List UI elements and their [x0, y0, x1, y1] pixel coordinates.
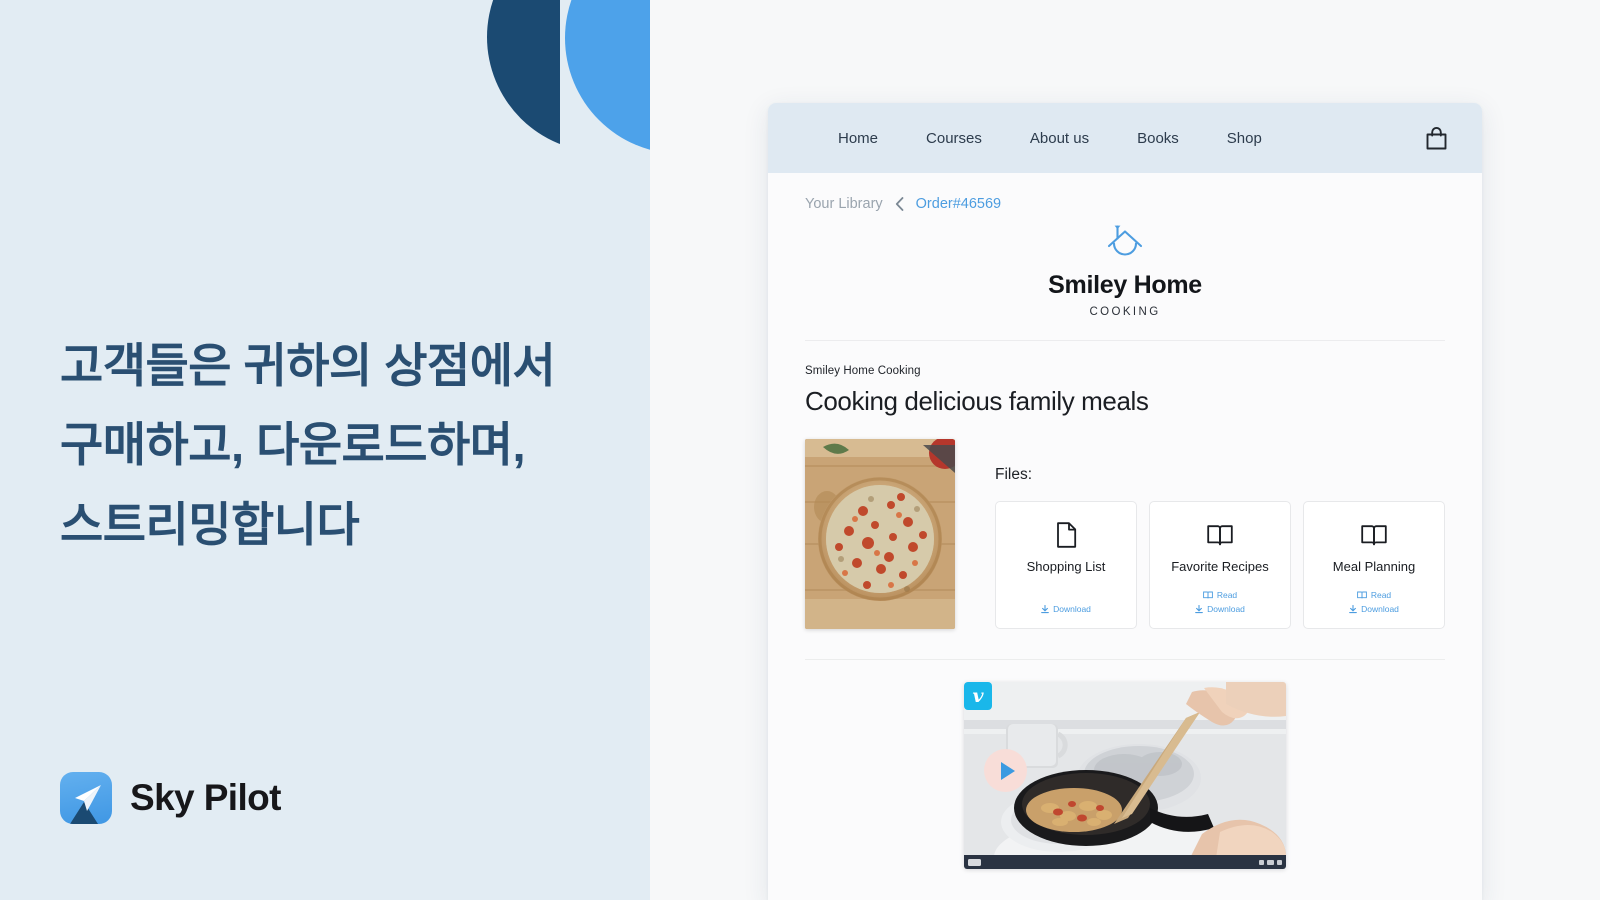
breadcrumb: Your Library Order#46569: [805, 173, 1445, 212]
product-cover-image: [805, 439, 955, 629]
files-label: Files:: [995, 466, 1033, 483]
store-brand-subtitle: COOKING: [1089, 306, 1161, 318]
nav-links: Home Courses About us Books Shop: [838, 130, 1262, 147]
vimeo-player[interactable]: v: [964, 682, 1286, 869]
site-navbar: Home Courses About us Books Shop: [768, 103, 1482, 173]
download-label: Download: [1053, 604, 1091, 614]
shopping-bag-icon[interactable]: [1425, 126, 1448, 151]
video-controls-left: [968, 858, 981, 866]
book-icon: [1207, 522, 1233, 548]
video-section: v: [805, 682, 1445, 869]
decorative-circle-blue: [565, 0, 650, 154]
play-button-icon[interactable]: [984, 749, 1027, 792]
settings-icon[interactable]: [1267, 859, 1274, 865]
files-section: Files: Shopping List Download Favorite R…: [995, 439, 1445, 629]
vimeo-logo-icon[interactable]: v: [964, 682, 992, 710]
file-card-favorite-recipes[interactable]: Favorite Recipes Read Download: [1149, 501, 1291, 629]
nav-item-about-us[interactable]: About us: [1030, 130, 1089, 147]
book-open-icon: [1202, 591, 1213, 599]
divider-bottom: [805, 659, 1445, 660]
nav-item-courses[interactable]: Courses: [926, 130, 982, 147]
document-icon: [1056, 522, 1077, 548]
file-card-title: Meal Planning: [1332, 559, 1416, 574]
house-smile-icon: [805, 222, 1445, 264]
nav-item-home[interactable]: Home: [838, 130, 878, 147]
paper-plane-icon: [60, 772, 112, 824]
breadcrumb-parent[interactable]: Your Library: [805, 196, 883, 212]
play-control-icon[interactable]: [968, 858, 981, 866]
file-card-meal-planning[interactable]: Meal Planning Read Download: [1303, 501, 1445, 629]
screenshot-root: 고객들은 귀하의 상점에서 구매하고, 다운로드하며, 스트리밍합니다 Sky …: [0, 0, 1600, 900]
sky-pilot-logo: Sky Pilot: [60, 772, 281, 824]
read-label: Read: [1216, 590, 1238, 600]
file-card-title: Shopping List: [1026, 559, 1106, 574]
file-card-actions: Download: [1002, 590, 1130, 614]
product-row: Files: Shopping List Download Favorite R…: [805, 439, 1445, 629]
file-card-actions: Read Download: [1310, 576, 1438, 614]
video-controls-right: [1259, 859, 1282, 865]
store-brand-name: Smiley Home: [1048, 271, 1202, 299]
download-label: Download: [1207, 604, 1245, 614]
nav-item-books[interactable]: Books: [1137, 130, 1179, 147]
promo-panel: 고객들은 귀하의 상점에서 구매하고, 다운로드하며, 스트리밍합니다 Sky …: [0, 0, 650, 900]
read-link[interactable]: Read: [1310, 590, 1438, 600]
file-card-list: Shopping List Download Favorite Recipes …: [995, 501, 1445, 629]
volume-icon[interactable]: [1259, 859, 1264, 865]
read-link[interactable]: Read: [1156, 590, 1284, 600]
download-icon: [1041, 604, 1049, 613]
video-control-bar[interactable]: [964, 855, 1286, 869]
download-icon: [1195, 604, 1203, 613]
divider-top: [805, 340, 1445, 341]
chevron-left-icon: [895, 197, 904, 211]
store-brand: Smiley Home COOKING: [805, 212, 1445, 318]
file-card-actions: Read Download: [1156, 576, 1284, 614]
fullscreen-icon[interactable]: [1277, 859, 1282, 865]
download-icon: [1349, 604, 1357, 613]
file-card-shopping-list[interactable]: Shopping List Download: [995, 501, 1137, 629]
book-open-icon: [1356, 591, 1367, 599]
product-title: Cooking delicious family meals: [805, 386, 1149, 416]
download-link[interactable]: Download: [1310, 604, 1438, 614]
breadcrumb-current[interactable]: Order#46569: [916, 196, 1001, 212]
book-icon: [1361, 522, 1387, 548]
download-label: Download: [1361, 604, 1399, 614]
page-body: Your Library Order#46569 Smiley Home COO…: [768, 173, 1482, 869]
sky-pilot-wordmark: Sky Pilot: [130, 777, 281, 818]
download-link[interactable]: Download: [1156, 604, 1284, 614]
file-card-title: Favorite Recipes: [1171, 559, 1269, 574]
promo-headline: 고객들은 귀하의 상점에서 구매하고, 다운로드하며, 스트리밍합니다: [60, 339, 556, 551]
product-kicker: Smiley Home Cooking: [805, 365, 921, 377]
download-link[interactable]: Download: [1002, 604, 1130, 614]
read-label: Read: [1370, 590, 1392, 600]
storefront-window: Home Courses About us Books Shop Your Li…: [768, 103, 1482, 900]
nav-item-shop[interactable]: Shop: [1227, 130, 1262, 147]
